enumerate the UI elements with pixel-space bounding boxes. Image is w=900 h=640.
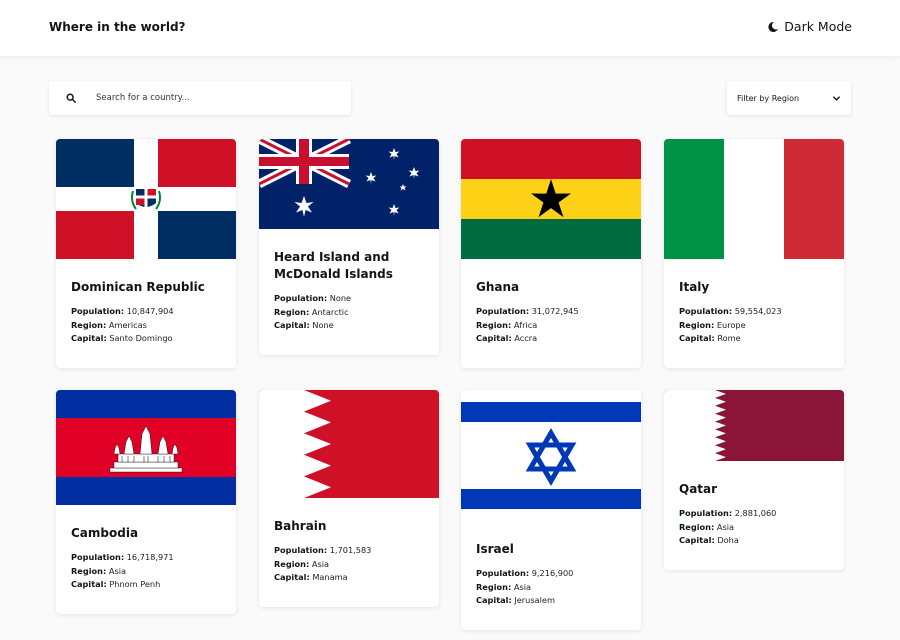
population-value: 31,072,945 (531, 306, 579, 316)
search-icon (66, 93, 76, 103)
capital-value: Manama (312, 572, 348, 582)
country-card[interactable]: Cambodia Population: 16,718,971 Region: … (56, 390, 236, 614)
population-label: Population: (476, 306, 530, 316)
flag-italy (664, 139, 844, 259)
population-value: 1,701,583 (329, 545, 372, 555)
country-card[interactable]: Italy Population: 59,554,023 Region: Eur… (664, 139, 844, 368)
region-value: Europe (716, 319, 746, 330)
population-value: 9,216,900 (531, 568, 574, 578)
capital-value: Jerusalem (514, 595, 555, 605)
capital-label: Capital: (679, 535, 715, 545)
flag-heard-island (259, 139, 439, 229)
capital-label: Capital: (476, 595, 512, 605)
country-card[interactable]: Ghana Population: 31,072,945 Region: Afr… (461, 139, 641, 368)
country-card[interactable]: Bahrain Population: 1,701,583 Region: As… (259, 390, 439, 607)
capital-label: Capital: (274, 572, 310, 582)
capital-label: Capital: (71, 333, 107, 343)
region-label: Region: (476, 319, 512, 330)
capital-label: Capital: (71, 579, 107, 589)
country-name: Ghana (476, 280, 520, 294)
country-name: Bahrain (274, 519, 327, 533)
region-label: Region: (679, 521, 715, 532)
region-value: Asia (108, 565, 127, 576)
population-value: None (329, 293, 352, 303)
region-value: Asia (513, 581, 532, 592)
capital-label: Capital: (274, 320, 310, 330)
population-label: Population: (679, 508, 733, 518)
population-value: 10,847,904 (126, 306, 174, 316)
flag-bahrain (259, 390, 439, 498)
country-card[interactable]: Dominican Republic Population: 10,847,90… (56, 139, 236, 368)
region-label: Region: (679, 319, 715, 330)
population-label: Population: (71, 552, 125, 562)
flag-dominican-republic (56, 139, 236, 259)
top-header: Where in the world? Dark Mode (0, 0, 900, 56)
population-value: 2,881,060 (734, 508, 777, 518)
region-value: Asia (311, 558, 330, 569)
search-bar[interactable] (49, 81, 351, 115)
flag-cambodia (56, 390, 236, 505)
country-name: Cambodia (71, 526, 139, 540)
capital-value: Doha (717, 535, 739, 545)
capital-value: Santo Domingo (109, 333, 173, 343)
flag-israel (461, 390, 641, 521)
region-label: Region: (274, 306, 310, 317)
country-name: Israel (476, 542, 514, 556)
population-label: Population: (476, 568, 530, 578)
region-label: Region: (71, 565, 107, 576)
population-value: 59,554,023 (734, 306, 782, 316)
flag-ghana (461, 139, 641, 259)
region-value: Americas (108, 319, 147, 330)
country-card[interactable]: Qatar Population: 2,881,060 Region: Asia… (664, 390, 844, 570)
country-name: Dominican Republic (71, 280, 205, 294)
search-input[interactable] (96, 93, 316, 103)
country-name: Italy (679, 280, 710, 294)
capital-value: None (312, 320, 334, 330)
country-card[interactable]: Israel Population: 9,216,900 Region: Asi… (461, 390, 641, 630)
chevron-down-icon (833, 95, 840, 101)
capital-value: Phnom Penh (109, 579, 161, 589)
population-label: Population: (274, 293, 328, 303)
population-value: 16,718,971 (126, 552, 174, 562)
region-value: Asia (716, 521, 735, 532)
capital-label: Capital: (679, 333, 715, 343)
country-name: Qatar (679, 482, 718, 496)
flag-qatar (664, 390, 844, 461)
capital-value: Accra (514, 333, 538, 343)
app-title: Where in the world? (49, 20, 186, 34)
region-filter-dropdown[interactable]: Filter by Region (727, 81, 851, 115)
region-value: Africa (513, 319, 538, 330)
country-card[interactable]: Heard Island and McDonald Islands Popula… (259, 139, 439, 355)
capital-label: Capital: (476, 333, 512, 343)
region-value: Antarctic (311, 306, 349, 317)
dark-mode-label: Dark Mode (784, 19, 852, 34)
region-label: Region: (274, 558, 310, 569)
moon-icon (768, 21, 779, 32)
region-label: Region: (71, 319, 107, 330)
population-label: Population: (679, 306, 733, 316)
country-name: Heard Island and McDonald Islands (274, 250, 393, 281)
capital-value: Rome (717, 333, 741, 343)
population-label: Population: (274, 545, 328, 555)
population-label: Population: (71, 306, 125, 316)
dark-mode-toggle[interactable]: Dark Mode (767, 19, 852, 34)
region-label: Region: (476, 581, 512, 592)
filter-label: Filter by Region (737, 93, 800, 103)
